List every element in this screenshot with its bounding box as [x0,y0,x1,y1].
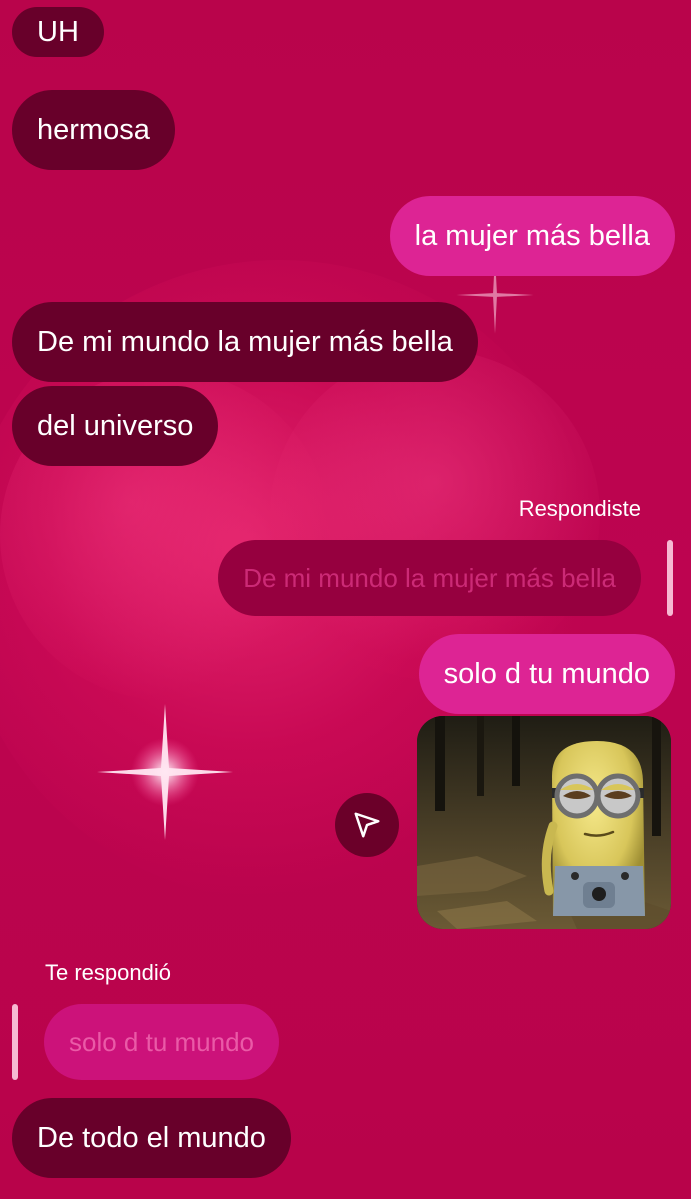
message-text: hermosa [37,113,150,146]
reply-context-label: Te respondió [45,960,171,985]
quoted-reply-bubble[interactable]: solo d tu mundo [44,1004,280,1080]
message-bubble-incoming[interactable]: UH [12,7,104,57]
message-bubble-outgoing[interactable]: solo d tu mundo [418,634,675,714]
message-text: solo d tu mundo [443,657,650,690]
quoted-reply-bubble[interactable]: De mi mundo la mujer más bella [218,540,641,616]
message-text: UH [37,15,79,48]
quoted-reply-text: solo d tu mundo [69,1027,255,1057]
message-text: del universo [37,409,194,442]
sparkle-icon [95,702,235,842]
minion-gif-image [417,716,671,929]
share-button[interactable] [335,793,399,857]
quoted-reply-text: De mi mundo la mujer más bella [243,563,616,593]
message-text: la mujer más bella [414,219,650,252]
message-text: De todo el mundo [37,1121,266,1154]
message-text: De mi mundo la mujer más bella [37,325,453,358]
gif-message[interactable] [417,716,671,929]
reply-context-label: Respondiste [518,496,641,521]
reply-indicator-bar [667,540,673,616]
reply-indicator-bar [12,1004,18,1080]
send-icon [354,812,380,838]
message-bubble-incoming[interactable]: De mi mundo la mujer más bella [12,302,478,382]
message-bubble-incoming[interactable]: del universo [12,386,219,466]
message-bubble-outgoing[interactable]: la mujer más bella [389,196,675,276]
message-bubble-incoming[interactable]: hermosa [12,90,175,170]
message-bubble-incoming[interactable]: De todo el mundo [12,1098,291,1178]
